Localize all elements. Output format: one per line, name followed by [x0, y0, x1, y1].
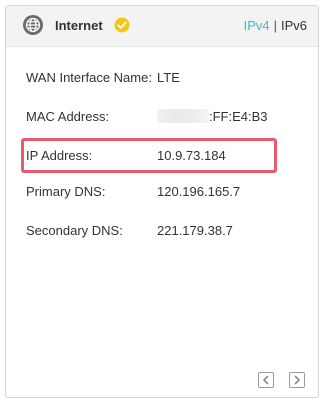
tab-separator: |: [273, 18, 277, 33]
secondary-dns-value: 221.179.38.7: [157, 223, 233, 238]
secondary-dns-label: Secondary DNS:: [26, 223, 123, 238]
chevron-left-icon: [263, 375, 269, 385]
mac-address-label: MAC Address:: [26, 109, 110, 124]
next-page-button[interactable]: [289, 372, 305, 388]
tab-ipv4[interactable]: IPv4: [244, 18, 270, 33]
primary-dns-value: 120.196.165.7: [157, 184, 241, 199]
redacted-mac-segment: [157, 109, 209, 123]
wan-interface-value: LTE: [157, 70, 180, 85]
card-header: Internet IPv4 | IPv6: [6, 6, 318, 47]
ip-address-value: 10.9.73.184: [157, 148, 226, 163]
mac-address-value: :FF:E4:B3: [209, 109, 268, 124]
internet-card: Internet IPv4 | IPv6 WAN Interface Name: L…: [5, 5, 319, 398]
tab-ipv6[interactable]: IPv6: [281, 18, 307, 33]
chevron-right-icon: [294, 375, 300, 385]
mac-address-value-wrap: :FF:E4:B3: [157, 109, 268, 124]
prev-page-button[interactable]: [258, 372, 274, 388]
ip-version-tabs: IPv4 | IPv6: [244, 18, 307, 33]
ip-address-label: IP Address:: [26, 148, 93, 163]
globe-icon: [22, 14, 44, 36]
primary-dns-label: Primary DNS:: [26, 184, 106, 199]
card-title: Internet: [55, 18, 103, 33]
check-circle-icon: [114, 17, 130, 33]
wan-interface-label: WAN Interface Name:: [26, 70, 152, 85]
